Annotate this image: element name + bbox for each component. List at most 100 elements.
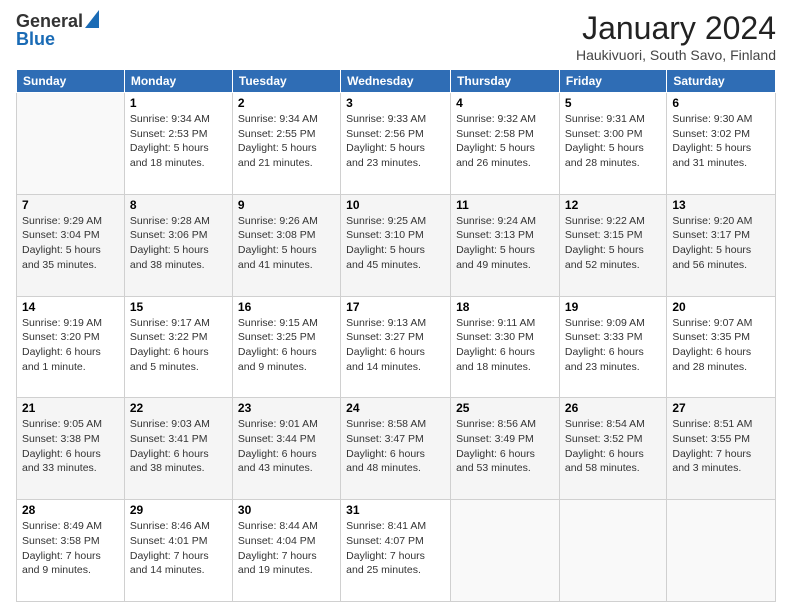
calendar-cell: 7 Sunrise: 9:29 AMSunset: 3:04 PMDaylight… bbox=[17, 194, 125, 296]
day-number: 2 bbox=[238, 96, 335, 110]
day-info: Sunrise: 9:26 AMSunset: 3:08 PMDaylight:… bbox=[238, 214, 335, 273]
calendar-header-thursday: Thursday bbox=[451, 70, 560, 93]
calendar-cell: 9Sunrise: 9:26 AMSunset: 3:08 PMDaylight… bbox=[232, 194, 340, 296]
page: General Blue January 2024 Haukivuori, So… bbox=[0, 0, 792, 612]
day-number: 15 bbox=[130, 300, 227, 314]
day-info: Sunrise: 8:44 AMSunset: 4:04 PMDaylight:… bbox=[238, 519, 335, 578]
day-number: 25 bbox=[456, 401, 554, 415]
day-info: Sunrise: 8:51 AMSunset: 3:55 PMDaylight:… bbox=[672, 417, 770, 476]
calendar-header-wednesday: Wednesday bbox=[341, 70, 451, 93]
day-number: 4 bbox=[456, 96, 554, 110]
calendar-cell: 21 Sunrise: 9:05 AMSunset: 3:38 PMDayligh… bbox=[17, 398, 125, 500]
day-number: 7 bbox=[22, 198, 119, 212]
calendar-header-friday: Friday bbox=[559, 70, 666, 93]
day-number: 6 bbox=[672, 96, 770, 110]
calendar-cell bbox=[17, 93, 125, 195]
day-number: 12 bbox=[565, 198, 661, 212]
month-title: January 2024 bbox=[576, 10, 776, 47]
calendar-cell: 3 Sunrise: 9:33 AMSunset: 2:56 PMDaylight… bbox=[341, 93, 451, 195]
calendar-cell: 10Sunrise: 9:25 AMSunset: 3:10 PMDayligh… bbox=[341, 194, 451, 296]
calendar-week-row: 7 Sunrise: 9:29 AMSunset: 3:04 PMDaylight… bbox=[17, 194, 776, 296]
location: Haukivuori, South Savo, Finland bbox=[576, 47, 776, 63]
day-number: 29 bbox=[130, 503, 227, 517]
day-number: 23 bbox=[238, 401, 335, 415]
day-info: Sunrise: 8:54 AMSunset: 3:52 PMDaylight:… bbox=[565, 417, 661, 476]
day-info: Sunrise: 9:05 AMSunset: 3:38 PMDaylight:… bbox=[22, 417, 119, 476]
calendar-cell: 31 Sunrise: 8:41 AMSunset: 4:07 PMDayligh… bbox=[341, 500, 451, 602]
calendar-week-row: 21 Sunrise: 9:05 AMSunset: 3:38 PMDayligh… bbox=[17, 398, 776, 500]
calendar-cell: 18 Sunrise: 9:11 AMSunset: 3:30 PMDayligh… bbox=[451, 296, 560, 398]
calendar-header-row: SundayMondayTuesdayWednesdayThursdayFrid… bbox=[17, 70, 776, 93]
calendar-cell: 6Sunrise: 9:30 AMSunset: 3:02 PMDaylight… bbox=[667, 93, 776, 195]
calendar-week-row: 14 Sunrise: 9:19 AMSunset: 3:20 PMDayligh… bbox=[17, 296, 776, 398]
calendar-cell bbox=[559, 500, 666, 602]
calendar-cell: 24 Sunrise: 8:58 AMSunset: 3:47 PMDayligh… bbox=[341, 398, 451, 500]
day-number: 13 bbox=[672, 198, 770, 212]
day-number: 14 bbox=[22, 300, 119, 314]
day-info: Sunrise: 9:32 AMSunset: 2:58 PMDaylight:… bbox=[456, 112, 554, 171]
day-info: Sunrise: 9:07 AMSunset: 3:35 PMDaylight:… bbox=[672, 316, 770, 375]
day-info: Sunrise: 9:28 AMSunset: 3:06 PMDaylight:… bbox=[130, 214, 227, 273]
day-info: Sunrise: 8:41 AMSunset: 4:07 PMDaylight:… bbox=[346, 519, 445, 578]
day-info: Sunrise: 9:11 AMSunset: 3:30 PMDaylight:… bbox=[456, 316, 554, 375]
day-info: Sunrise: 9:22 AMSunset: 3:15 PMDaylight:… bbox=[565, 214, 661, 273]
day-number: 18 bbox=[456, 300, 554, 314]
day-number: 21 bbox=[22, 401, 119, 415]
calendar-cell: 5Sunrise: 9:31 AMSunset: 3:00 PMDaylight… bbox=[559, 93, 666, 195]
calendar-cell: 2 Sunrise: 9:34 AMSunset: 2:55 PMDaylight… bbox=[232, 93, 340, 195]
logo-blue-text: Blue bbox=[16, 29, 55, 50]
day-info: Sunrise: 9:24 AMSunset: 3:13 PMDaylight:… bbox=[456, 214, 554, 273]
logo-triangle-icon bbox=[85, 10, 99, 33]
calendar-cell: 28Sunrise: 8:49 AMSunset: 3:58 PMDayligh… bbox=[17, 500, 125, 602]
calendar-cell: 17 Sunrise: 9:13 AMSunset: 3:27 PMDayligh… bbox=[341, 296, 451, 398]
calendar-cell bbox=[451, 500, 560, 602]
calendar-cell: 11Sunrise: 9:24 AMSunset: 3:13 PMDayligh… bbox=[451, 194, 560, 296]
day-number: 27 bbox=[672, 401, 770, 415]
calendar-cell: 12 Sunrise: 9:22 AMSunset: 3:15 PMDayligh… bbox=[559, 194, 666, 296]
calendar-table: SundayMondayTuesdayWednesdayThursdayFrid… bbox=[16, 69, 776, 602]
calendar-cell: 1 Sunrise: 9:34 AMSunset: 2:53 PMDaylight… bbox=[124, 93, 232, 195]
day-number: 19 bbox=[565, 300, 661, 314]
day-number: 22 bbox=[130, 401, 227, 415]
day-info: Sunrise: 9:25 AMSunset: 3:10 PMDaylight:… bbox=[346, 214, 445, 273]
calendar-cell bbox=[667, 500, 776, 602]
calendar-cell: 8 Sunrise: 9:28 AMSunset: 3:06 PMDaylight… bbox=[124, 194, 232, 296]
calendar-header-sunday: Sunday bbox=[17, 70, 125, 93]
logo: General Blue bbox=[16, 10, 99, 50]
day-number: 31 bbox=[346, 503, 445, 517]
title-block: January 2024 Haukivuori, South Savo, Fin… bbox=[576, 10, 776, 63]
day-info: Sunrise: 9:33 AMSunset: 2:56 PMDaylight:… bbox=[346, 112, 445, 171]
day-info: Sunrise: 8:56 AMSunset: 3:49 PMDaylight:… bbox=[456, 417, 554, 476]
day-number: 3 bbox=[346, 96, 445, 110]
day-info: Sunrise: 9:34 AMSunset: 2:53 PMDaylight:… bbox=[130, 112, 227, 171]
day-number: 20 bbox=[672, 300, 770, 314]
calendar-cell: 13 Sunrise: 9:20 AMSunset: 3:17 PMDayligh… bbox=[667, 194, 776, 296]
day-info: Sunrise: 9:20 AMSunset: 3:17 PMDaylight:… bbox=[672, 214, 770, 273]
calendar-cell: 26Sunrise: 8:54 AMSunset: 3:52 PMDayligh… bbox=[559, 398, 666, 500]
day-number: 28 bbox=[22, 503, 119, 517]
calendar-cell: 4 Sunrise: 9:32 AMSunset: 2:58 PMDaylight… bbox=[451, 93, 560, 195]
calendar-cell: 16 Sunrise: 9:15 AMSunset: 3:25 PMDayligh… bbox=[232, 296, 340, 398]
calendar-cell: 23Sunrise: 9:01 AMSunset: 3:44 PMDayligh… bbox=[232, 398, 340, 500]
calendar-cell: 22Sunrise: 9:03 AMSunset: 3:41 PMDayligh… bbox=[124, 398, 232, 500]
header: General Blue January 2024 Haukivuori, So… bbox=[16, 10, 776, 63]
day-info: Sunrise: 9:15 AMSunset: 3:25 PMDaylight:… bbox=[238, 316, 335, 375]
calendar-week-row: 28Sunrise: 8:49 AMSunset: 3:58 PMDayligh… bbox=[17, 500, 776, 602]
calendar-week-row: 1 Sunrise: 9:34 AMSunset: 2:53 PMDaylight… bbox=[17, 93, 776, 195]
day-info: Sunrise: 9:13 AMSunset: 3:27 PMDaylight:… bbox=[346, 316, 445, 375]
day-number: 1 bbox=[130, 96, 227, 110]
calendar-cell: 27 Sunrise: 8:51 AMSunset: 3:55 PMDayligh… bbox=[667, 398, 776, 500]
day-number: 24 bbox=[346, 401, 445, 415]
calendar-cell: 29Sunrise: 8:46 AMSunset: 4:01 PMDayligh… bbox=[124, 500, 232, 602]
day-number: 17 bbox=[346, 300, 445, 314]
day-number: 30 bbox=[238, 503, 335, 517]
calendar-header-saturday: Saturday bbox=[667, 70, 776, 93]
day-info: Sunrise: 9:19 AMSunset: 3:20 PMDaylight:… bbox=[22, 316, 119, 375]
day-info: Sunrise: 9:34 AMSunset: 2:55 PMDaylight:… bbox=[238, 112, 335, 171]
day-info: Sunrise: 9:31 AMSunset: 3:00 PMDaylight:… bbox=[565, 112, 661, 171]
day-number: 16 bbox=[238, 300, 335, 314]
calendar-cell: 25 Sunrise: 8:56 AMSunset: 3:49 PMDayligh… bbox=[451, 398, 560, 500]
day-number: 8 bbox=[130, 198, 227, 212]
day-info: Sunrise: 9:29 AMSunset: 3:04 PMDaylight:… bbox=[22, 214, 119, 273]
day-info: Sunrise: 8:58 AMSunset: 3:47 PMDaylight:… bbox=[346, 417, 445, 476]
